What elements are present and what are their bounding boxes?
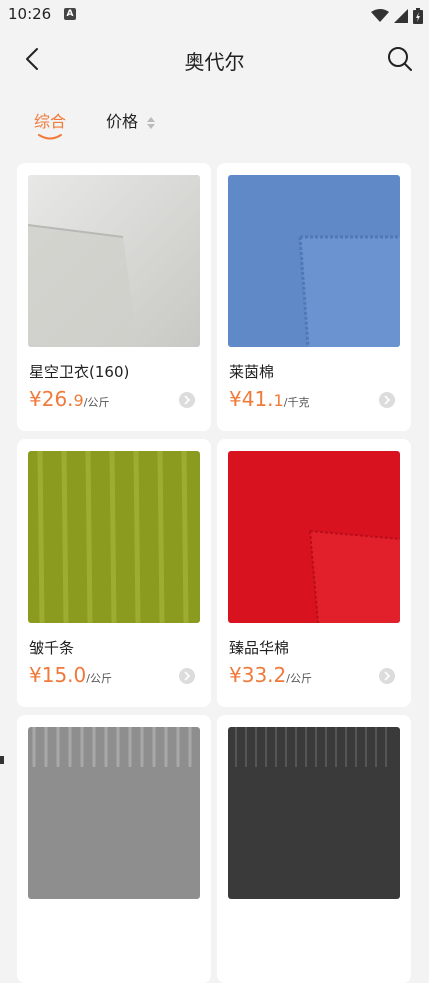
product-name: 皱千条 — [29, 639, 75, 657]
search-icon — [388, 47, 412, 71]
product-card[interactable]: 星空卫衣(160) ¥26.9/公斤 — [17, 163, 211, 431]
active-tab-indicator-icon — [38, 134, 62, 140]
product-image — [28, 727, 200, 899]
wifi-icon — [370, 8, 389, 22]
product-card[interactable] — [17, 715, 211, 983]
product-detail-arrow-button[interactable] — [379, 668, 395, 684]
sort-bar: 综合 价格 — [0, 96, 429, 146]
top-navigation-bar: 奥代尔 — [0, 28, 429, 90]
tab-price[interactable]: 价格 — [106, 108, 156, 132]
sort-arrows-icon — [147, 116, 156, 129]
product-price: ¥15.0/公斤 — [29, 663, 112, 687]
product-price: ¥41.1/千克 — [229, 387, 310, 411]
product-detail-arrow-button[interactable] — [379, 392, 395, 408]
page-title: 奥代尔 — [184, 50, 245, 74]
product-price: ¥26.9/公斤 — [29, 387, 110, 411]
product-image — [28, 451, 200, 623]
edge-indicator — [0, 756, 4, 764]
chevron-right-icon — [384, 395, 391, 405]
product-card[interactable]: 臻品华棉 ¥33.2/公斤 — [217, 439, 411, 707]
tab-comprehensive[interactable]: 综合 — [34, 108, 67, 140]
product-detail-arrow-button[interactable] — [179, 392, 195, 408]
product-card[interactable] — [217, 715, 411, 983]
search-button[interactable] — [385, 44, 415, 74]
status-time: 10:26 — [8, 5, 52, 23]
product-image — [228, 451, 400, 623]
product-price: ¥33.2/公斤 — [229, 663, 312, 687]
product-name: 星空卫衣(160) — [29, 363, 130, 381]
signal-icon — [393, 8, 408, 23]
chevron-right-icon — [184, 395, 191, 405]
product-name: 臻品华棉 — [229, 639, 290, 657]
tab-price-label: 价格 — [106, 112, 139, 131]
product-detail-arrow-button[interactable] — [179, 668, 195, 684]
product-image — [228, 727, 400, 899]
product-image — [228, 175, 400, 347]
chevron-right-icon — [184, 671, 191, 681]
tab-comprehensive-label: 综合 — [34, 112, 67, 131]
product-name: 莱茵棉 — [229, 363, 275, 381]
battery-icon — [413, 7, 423, 24]
product-card[interactable]: 莱茵棉 ¥41.1/千克 — [217, 163, 411, 431]
chevron-right-icon — [384, 671, 391, 681]
product-image — [28, 175, 200, 347]
notification-a-icon: A — [64, 8, 76, 20]
product-card[interactable]: 皱千条 ¥15.0/公斤 — [17, 439, 211, 707]
status-bar: 10:26 A — [0, 0, 429, 28]
status-icons — [370, 5, 423, 24]
